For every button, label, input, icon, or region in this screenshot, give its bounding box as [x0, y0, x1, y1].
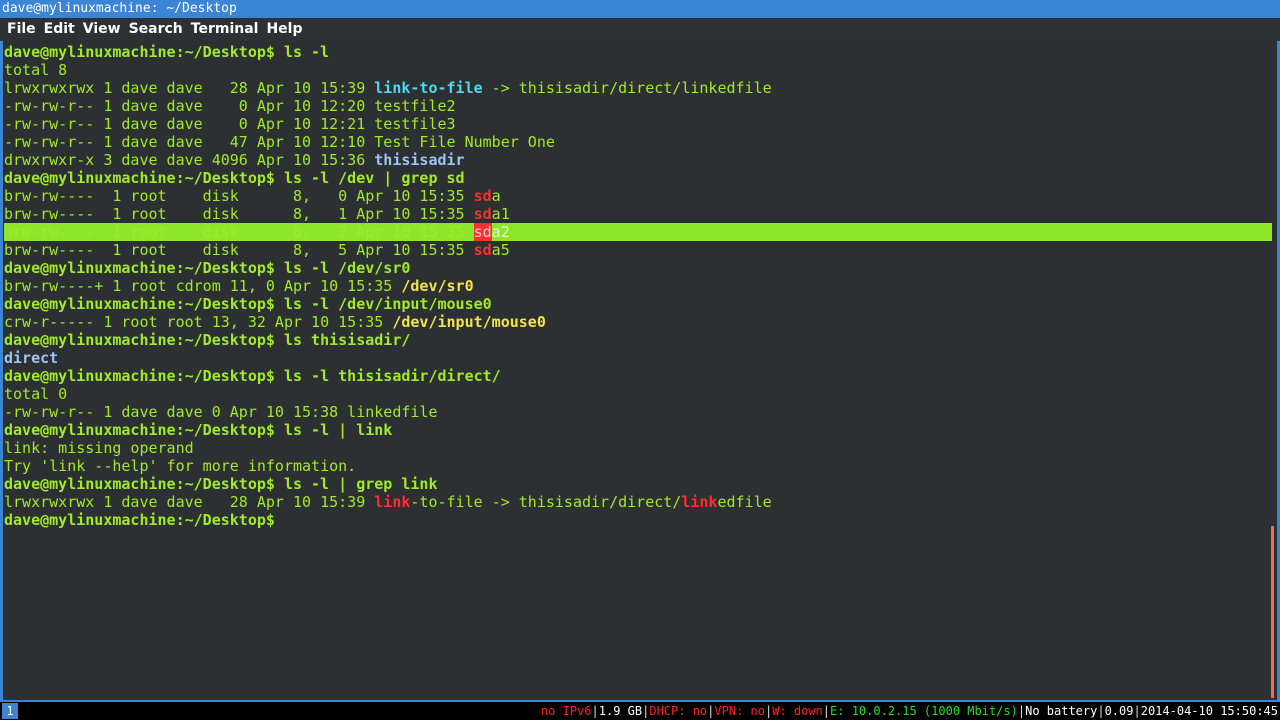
text-segment: sd: [473, 205, 492, 223]
text-segment: -rw-rw-r-- 1 dave dave 0 Apr 10 15:38 li…: [4, 403, 438, 421]
text-segment: /dev/sr0: [401, 277, 474, 295]
menu-help[interactable]: Help: [266, 21, 302, 37]
terminal-line: lrwxrwxrwx 1 dave dave 28 Apr 10 15:39 l…: [4, 493, 1272, 511]
text-segment: a5: [491, 241, 510, 259]
terminal-line: -rw-rw-r-- 1 dave dave 0 Apr 10 15:38 li…: [4, 403, 1272, 421]
text-segment: total 8: [4, 61, 68, 79]
terminal-line: dave@mylinuxmachine:~/Desktop$ ls -l thi…: [4, 367, 1272, 385]
text-segment: dave@mylinuxmachine:~/Desktop$: [4, 511, 284, 529]
terminal-line: drwxrwxr-x 3 dave dave 4096 Apr 10 15:36…: [4, 151, 1272, 169]
text-segment: -rw-rw-r-- 1 dave dave 0 Apr 10 12:21 te…: [4, 115, 456, 133]
text-segment: dave@mylinuxmachine:~/Desktop$ ls -l | g…: [4, 475, 438, 493]
text-segment: link: missing operand: [4, 439, 194, 457]
terminal-line: brw-rw---- 1 root disk 8, 5 Apr 10 15:35…: [4, 241, 1272, 259]
status-item: VPN: no: [714, 704, 765, 718]
status-items: no IPv6|1.9 GB|DHCP: no|VPN: no|W: down|…: [541, 702, 1278, 720]
terminal-line: dave@mylinuxmachine:~/Desktop$ ls -l | l…: [4, 421, 1272, 439]
terminal-line: brw-rw---- 1 root disk 8, 0 Apr 10 15:35…: [4, 187, 1272, 205]
status-item: no IPv6: [540, 704, 592, 718]
text-segment: brw-rw---- 1 root disk 8, 5 Apr 10 15:35: [4, 241, 474, 259]
terminal-line: -rw-rw-r-- 1 dave dave 0 Apr 10 12:20 te…: [4, 97, 1272, 115]
text-segment: drwxrwxr-x 3 dave dave 4096 Apr 10 15:36: [4, 151, 375, 169]
terminal-output: dave@mylinuxmachine:~/Desktop$ ls -l tota…: [4, 43, 1272, 529]
text-segment: -to-file -> thisisadir/direct/: [410, 493, 682, 511]
status-item: W: down: [772, 704, 823, 718]
text-segment: brw-rw---- 1 root disk 8, 1 Apr 10 15:35: [4, 205, 474, 223]
text-segment: link: [681, 493, 718, 511]
text-segment: a1: [491, 205, 510, 223]
text-segment: crw-r----- 1 root root 13, 32 Apr 10 15:…: [4, 313, 393, 331]
text-segment: dave@mylinuxmachine:~/Desktop$ ls -l /de…: [4, 259, 411, 277]
terminal-line-highlighted: brw-rw---- 1 root disk 8, 2 Apr 10 15:35…: [4, 223, 1272, 241]
terminal-line: link: missing operand: [4, 439, 1272, 457]
terminal-line: brw-rw---- 1 root disk 8, 1 Apr 10 15:35…: [4, 205, 1272, 223]
text-segment: sd: [473, 241, 492, 259]
text-segment: dave@mylinuxmachine:~/Desktop$ ls -l: [4, 43, 330, 61]
menu-view[interactable]: View: [83, 21, 121, 37]
terminal-line: direct: [4, 349, 1272, 367]
terminal-line: crw-r----- 1 root root 13, 32 Apr 10 15:…: [4, 313, 1272, 331]
scrollbar[interactable]: [1271, 526, 1274, 698]
workspace-button[interactable]: 1: [2, 703, 18, 719]
window-title: dave@mylinuxmachine: ~/Desktop: [0, 0, 1280, 18]
text-segment: total 0: [4, 385, 68, 403]
terminal-line: dave@mylinuxmachine:~/Desktop$ ls -l /de…: [4, 295, 1272, 313]
terminal-line: dave@mylinuxmachine:~/Desktop$ ls -l /de…: [4, 169, 1272, 187]
text-segment: -> thisisadir/direct/linkedfile: [482, 79, 772, 97]
separator: |: [1017, 704, 1026, 718]
terminal-line: dave@mylinuxmachine:~/Desktop$ ls -l: [4, 43, 1272, 61]
terminal-line: Try 'link --help' for more information.: [4, 457, 1272, 475]
separator: |: [822, 704, 831, 718]
text-segment: /dev/input/mouse0: [392, 313, 546, 331]
text-segment: a2: [491, 223, 510, 241]
terminal-line: dave@mylinuxmachine:~/Desktop$ ls -l /de…: [4, 259, 1272, 277]
terminal-line: dave@mylinuxmachine:~/Desktop$ ls thisis…: [4, 331, 1272, 349]
menu-file[interactable]: File: [7, 21, 36, 37]
text-segment: edfile: [717, 493, 772, 511]
text-segment: a: [491, 187, 501, 205]
status-item: No battery: [1025, 704, 1098, 718]
text-segment: brw-rw---- 1 root disk 8, 2 Apr 10 15:35: [4, 223, 474, 241]
separator: |: [1133, 704, 1141, 718]
menu-search[interactable]: Search: [129, 21, 183, 37]
separator: |: [591, 704, 599, 718]
terminal-line: brw-rw----+ 1 root cdrom 11, 0 Apr 10 15…: [4, 277, 1272, 295]
terminal-line: -rw-rw-r-- 1 dave dave 47 Apr 10 12:10 T…: [4, 133, 1272, 151]
status-item: 0.09: [1104, 704, 1134, 718]
text-segment: lrwxrwxrwx 1 dave dave 28 Apr 10 15:39: [4, 79, 375, 97]
text-segment: dave@mylinuxmachine:~/Desktop$ ls -l thi…: [4, 367, 501, 385]
text-segment: sd: [473, 223, 492, 241]
text-segment: sd: [473, 187, 492, 205]
text-segment: -rw-rw-r-- 1 dave dave 0 Apr 10 12:20 te…: [4, 97, 456, 115]
status-item: 2014-04-10 15:50:45: [1140, 704, 1278, 718]
terminal-line: dave@mylinuxmachine:~/Desktop$ ls -l | g…: [4, 475, 1272, 493]
terminal-line: total 0: [4, 385, 1272, 403]
text-segment: dave@mylinuxmachine:~/Desktop$ ls -l /de…: [4, 169, 465, 187]
text-segment: Try 'link --help' for more information.: [4, 457, 357, 475]
text-segment: dave@mylinuxmachine:~/Desktop$ ls thisis…: [4, 331, 411, 349]
text-segment: thisisadir: [374, 151, 465, 169]
text-segment: lrwxrwxrwx 1 dave dave 28 Apr 10 15:39: [4, 493, 375, 511]
terminal-line: total 8: [4, 61, 1272, 79]
status-item: E: 10.0.2.15 (1000 Mbit/s): [830, 704, 1018, 718]
text-segment: brw-rw----+ 1 root cdrom 11, 0 Apr 10 15…: [4, 277, 402, 295]
status-item: 1.9 GB: [598, 704, 643, 718]
text-segment: direct: [4, 349, 59, 367]
menu-edit[interactable]: Edit: [44, 21, 75, 37]
text-segment: link-to-file: [374, 79, 483, 97]
menu-bar: File Edit View Search Terminal Help: [0, 18, 1280, 41]
menu-terminal[interactable]: Terminal: [191, 21, 259, 37]
terminal-line: -rw-rw-r-- 1 dave dave 0 Apr 10 12:21 te…: [4, 115, 1272, 133]
text-segment: dave@mylinuxmachine:~/Desktop$ ls -l | l…: [4, 421, 393, 439]
status-item: DHCP: no: [649, 704, 708, 718]
text-segment: -rw-rw-r-- 1 dave dave 47 Apr 10 12:10 T…: [4, 133, 555, 151]
terminal-line: dave@mylinuxmachine:~/Desktop$: [4, 511, 1272, 529]
terminal-line: lrwxrwxrwx 1 dave dave 28 Apr 10 15:39 l…: [4, 79, 1272, 97]
separator: |: [1097, 704, 1105, 718]
terminal-area[interactable]: dave@mylinuxmachine:~/Desktop$ ls -l tota…: [0, 41, 1280, 700]
text-segment: brw-rw---- 1 root disk 8, 0 Apr 10 15:35: [4, 187, 474, 205]
text-segment: dave@mylinuxmachine:~/Desktop$ ls -l /de…: [4, 295, 492, 313]
text-segment: link: [374, 493, 411, 511]
status-bar: 1 no IPv6|1.9 GB|DHCP: no|VPN: no|W: dow…: [0, 700, 1280, 720]
